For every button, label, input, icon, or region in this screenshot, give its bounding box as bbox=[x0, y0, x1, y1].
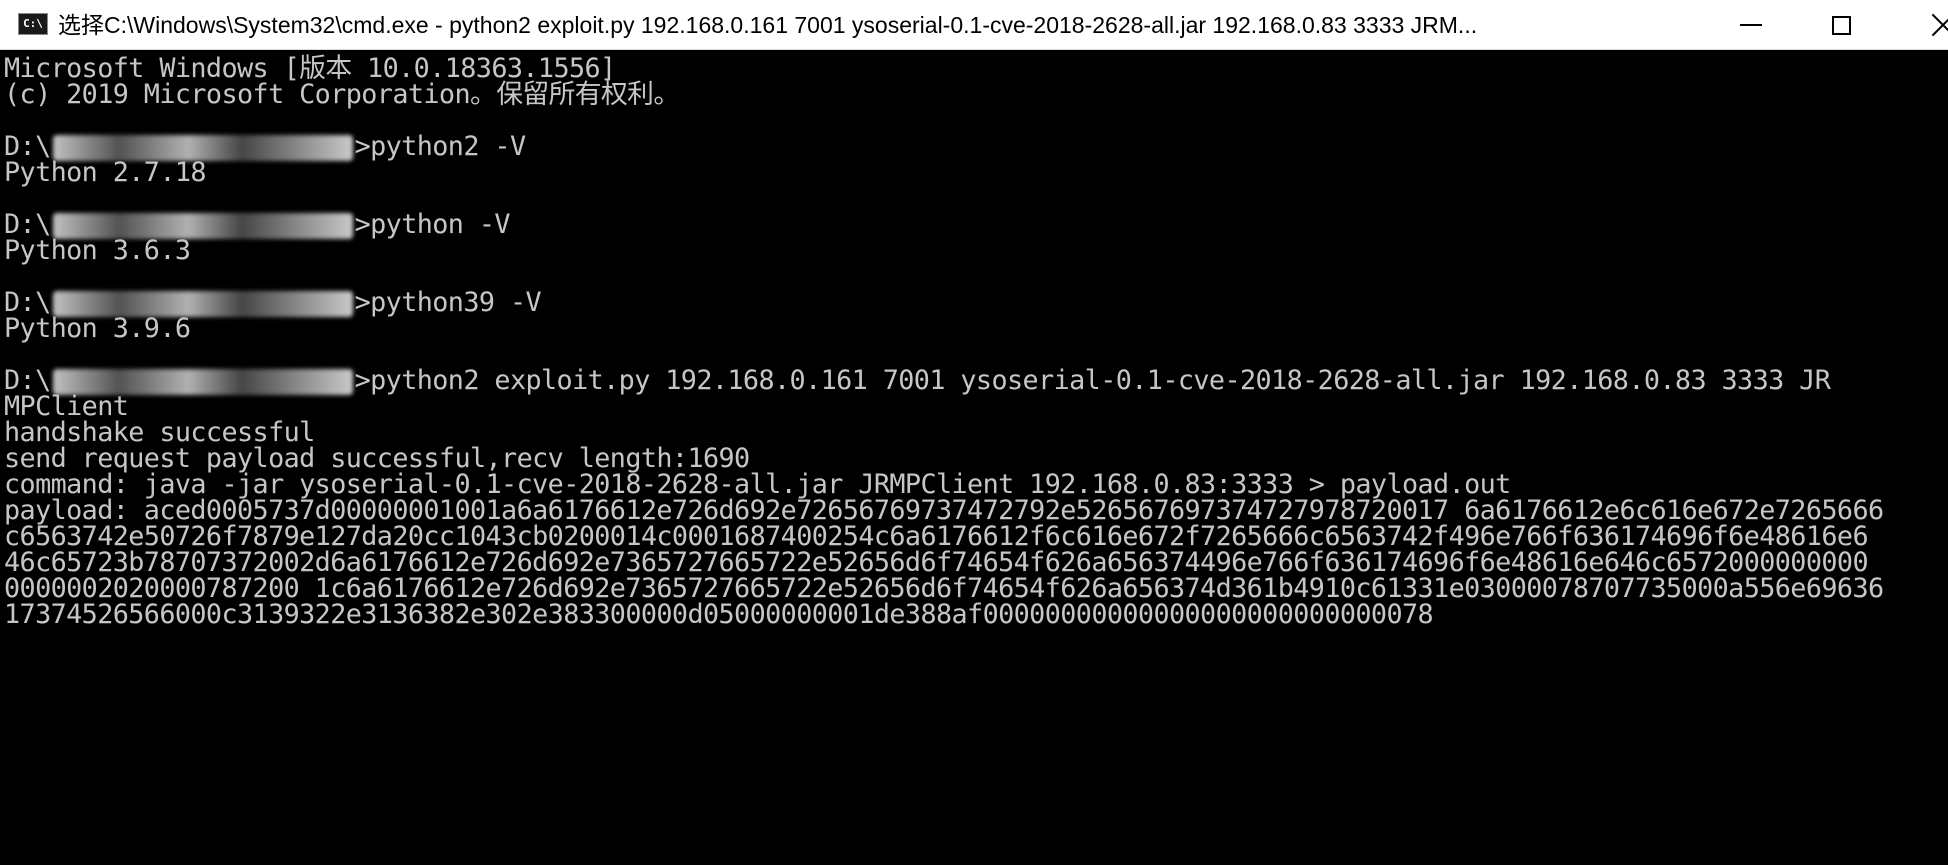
console-line: 17374526566000c3139322e3136382e302e38330… bbox=[4, 599, 1434, 630]
close-icon bbox=[1930, 12, 1948, 38]
maximize-button[interactable] bbox=[1796, 0, 1886, 49]
window-title: 选择C:\Windows\System32\cmd.exe - python2 … bbox=[58, 12, 1478, 38]
console-line: Python 3.6.3 bbox=[4, 235, 191, 266]
prompt-command: >python -V bbox=[354, 209, 511, 240]
prompt-command: >python39 -V bbox=[354, 287, 542, 318]
console-line: (c) 2019 Microsoft Corporation。保留所有权利。 bbox=[4, 79, 680, 110]
minimize-button[interactable] bbox=[1706, 0, 1796, 49]
prompt-line: D:\ >python2 exploit.py 192.168.0.161 700… bbox=[4, 365, 1831, 397]
console-output[interactable]: Microsoft Windows [版本 10.0.18363.1556] (… bbox=[0, 51, 1948, 865]
maximize-icon bbox=[1831, 15, 1851, 35]
console-line: Python 3.9.6 bbox=[4, 313, 191, 344]
minimize-icon bbox=[1740, 24, 1762, 26]
window-titlebar[interactable]: C:\ 选择C:\Windows\System32\cmd.exe - pyth… bbox=[0, 0, 1948, 50]
close-button[interactable] bbox=[1886, 0, 1948, 49]
cmd-console-icon: C:\ bbox=[18, 13, 48, 35]
prompt-command: >python2 -V bbox=[354, 131, 526, 162]
prompt-command: >python2 exploit.py 192.168.0.161 7001 y… bbox=[354, 365, 1831, 396]
console-line: Python 2.7.18 bbox=[4, 157, 207, 188]
